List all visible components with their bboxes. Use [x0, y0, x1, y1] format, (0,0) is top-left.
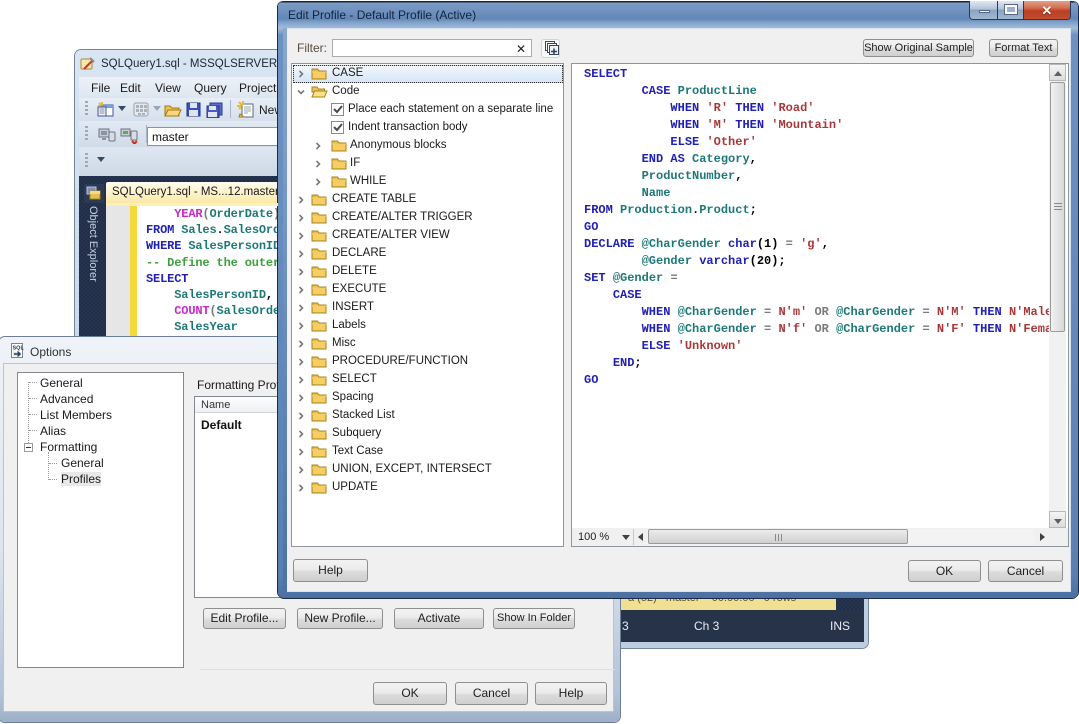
svg-text:SQL: SQL	[13, 346, 25, 352]
